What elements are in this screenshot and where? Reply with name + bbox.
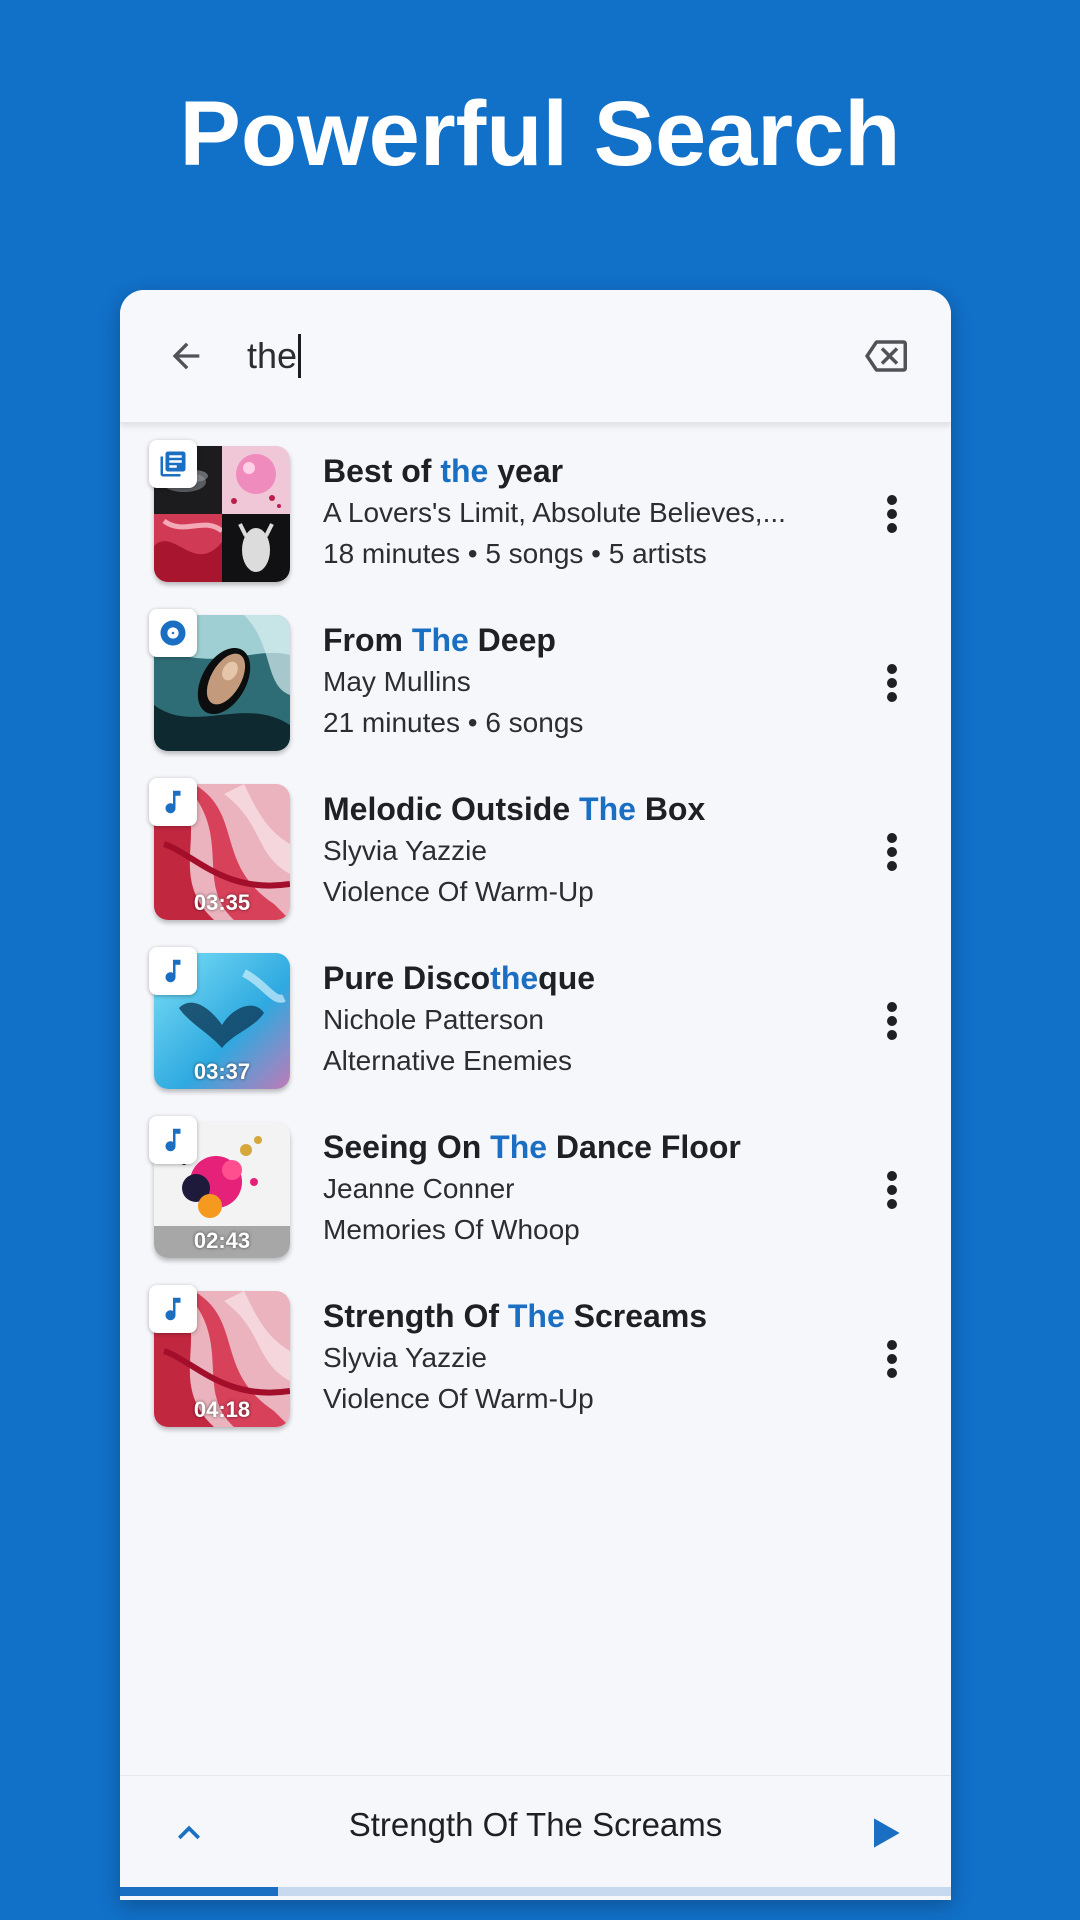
playback-progress-fill (120, 1887, 278, 1896)
item-artist: Nichole Patterson (323, 1004, 545, 1035)
list-item-text: Pure Discotheque Nichole Patterson Alter… (323, 957, 823, 1081)
more-vert-icon (887, 1340, 897, 1378)
item-album: Violence Of Warm-Up (323, 1383, 594, 1414)
title-text: Seeing On (323, 1129, 491, 1165)
more-vert-icon (887, 664, 897, 702)
title-text: Strength Of (323, 1298, 508, 1334)
text-caret (298, 334, 302, 378)
search-results-list: Best of the year A Lovers's Limit, Absol… (120, 440, 951, 1454)
list-item[interactable]: 04:18 Strength Of The Screams Slyvia Yaz… (120, 1285, 951, 1454)
backspace-icon (865, 340, 907, 372)
title-text: Pure Disco (323, 960, 491, 996)
list-item-text: Seeing On The Dance Floor Jeanne Conner … (323, 1126, 823, 1250)
list-item-text: Best of the year A Lovers's Limit, Absol… (323, 450, 823, 574)
music-note-icon (165, 790, 181, 814)
duration-label: 02:43 (193, 1228, 251, 1253)
more-options-button[interactable] (868, 484, 916, 544)
list-item-text: Strength Of The Screams Slyvia Yazzie Vi… (323, 1295, 823, 1419)
search-bar: the (120, 290, 951, 423)
mini-player[interactable]: Strength Of The Screams (120, 1775, 951, 1891)
music-note-icon (165, 1297, 181, 1321)
item-subtitle: A Lovers's Limit, Absolute Believes,... (323, 497, 786, 528)
more-options-button[interactable] (868, 653, 916, 713)
search-query: the (247, 335, 298, 376)
duration-label: 04:18 (193, 1397, 251, 1422)
item-artist: Slyvia Yazzie (323, 835, 487, 866)
title-text: Deep (468, 622, 556, 658)
duration-label: 03:35 (193, 890, 251, 915)
item-album: Memories Of Whoop (323, 1214, 580, 1245)
more-vert-icon (887, 1002, 897, 1040)
title-highlight: The (579, 791, 636, 827)
more-options-button[interactable] (868, 1160, 916, 1220)
app-screen: the Best of the year A Lovers's Limit, A… (120, 290, 951, 1900)
more-options-button[interactable] (868, 822, 916, 882)
duration-label: 03:37 (193, 1059, 251, 1084)
item-title: Seeing On The Dance Floor (323, 1126, 823, 1168)
item-title: Melodic Outside The Box (323, 788, 823, 830)
title-text: Box (635, 791, 706, 827)
music-note-icon (165, 959, 181, 983)
item-details: 18 minutes • 5 songs • 5 artists (323, 538, 707, 569)
play-icon (874, 1818, 900, 1848)
item-artist: Jeanne Conner (323, 1173, 515, 1204)
list-item[interactable]: From The Deep May Mullins 21 minutes • 6… (120, 609, 951, 778)
more-vert-icon (887, 495, 897, 533)
title-text: year (488, 453, 564, 489)
more-vert-icon (887, 1171, 897, 1209)
music-note-icon (165, 1128, 181, 1152)
more-vert-icon (887, 833, 897, 871)
item-album: Violence Of Warm-Up (323, 876, 594, 907)
playlist-icon (160, 451, 186, 477)
list-item[interactable]: Best of the year A Lovers's Limit, Absol… (120, 440, 951, 609)
title-text: Screams (564, 1298, 708, 1334)
playlist-badge (149, 440, 197, 488)
list-item[interactable]: 03:37 Pure Discotheque Nichole Patterson… (120, 947, 951, 1116)
song-badge (149, 1116, 197, 1164)
item-title: Best of the year (323, 450, 823, 492)
more-options-button[interactable] (868, 991, 916, 1051)
title-highlight: The (507, 1298, 565, 1334)
now-playing-title: Strength Of The Screams (348, 1806, 723, 1843)
search-input[interactable]: the (247, 326, 302, 386)
title-highlight: the (490, 960, 539, 996)
list-item-text: From The Deep May Mullins 21 minutes • 6… (323, 619, 823, 743)
album-badge (149, 609, 197, 657)
title-highlight: The (411, 622, 469, 658)
title-highlight: The (490, 1129, 548, 1165)
play-button[interactable] (860, 1808, 910, 1858)
song-badge (149, 778, 197, 826)
item-artist: Slyvia Yazzie (323, 1342, 487, 1373)
item-album: Alternative Enemies (323, 1045, 573, 1076)
title-text: Melodic Outside (323, 791, 580, 827)
clear-search-button[interactable] (860, 330, 912, 382)
arrow-back-icon (172, 342, 200, 370)
item-title: Strength Of The Screams (323, 1295, 823, 1337)
promo-title: Powerful Search (179, 83, 901, 185)
title-text: From (323, 622, 412, 658)
item-details: 21 minutes • 6 songs (323, 707, 584, 738)
list-item[interactable]: 02:43 Seeing On The Dance Floor Jeanne C… (120, 1116, 951, 1285)
item-title: From The Deep (323, 619, 823, 661)
item-subtitle: May Mullins (323, 666, 471, 697)
more-options-button[interactable] (868, 1329, 916, 1389)
title-text: Best of (323, 453, 441, 489)
list-item[interactable]: 03:35 Melodic Outside The Box Slyvia Yaz… (120, 778, 951, 947)
song-badge (149, 947, 197, 995)
title-text: que (538, 960, 596, 996)
title-text: Dance Floor (547, 1129, 741, 1165)
album-icon (160, 620, 186, 646)
back-button[interactable] (160, 330, 212, 382)
list-item-text: Melodic Outside The Box Slyvia Yazzie Vi… (323, 788, 823, 912)
song-badge (149, 1285, 197, 1333)
title-highlight: the (440, 453, 489, 489)
playback-progress-bar[interactable] (120, 1887, 951, 1896)
item-title: Pure Discotheque (323, 957, 823, 999)
